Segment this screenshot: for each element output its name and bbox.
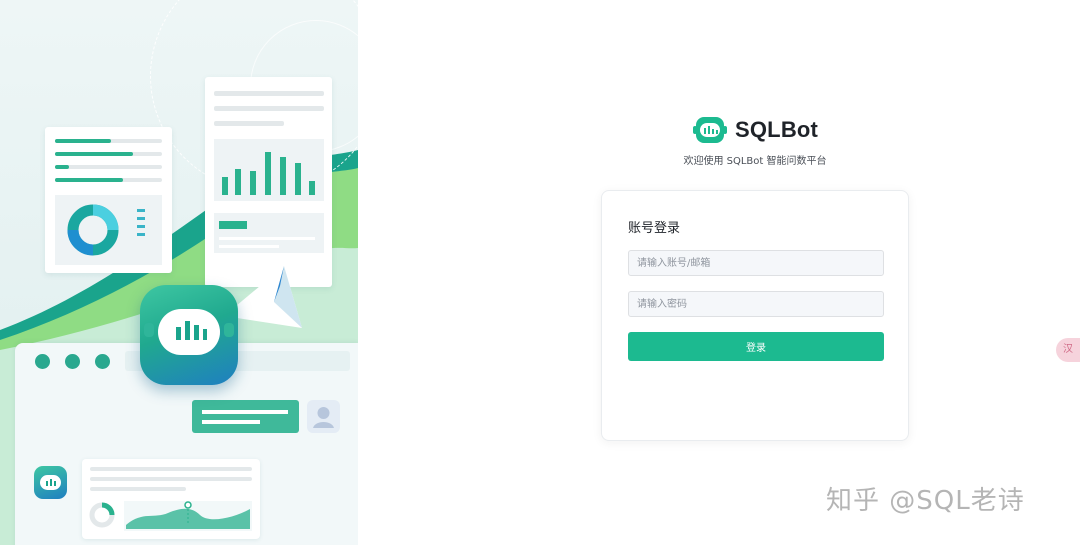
chart-card-content xyxy=(214,91,324,253)
chat-bubble xyxy=(192,400,299,433)
watermark: 知乎 @SQL老诗 xyxy=(826,486,1025,516)
hero-illustration xyxy=(0,0,358,545)
report-card xyxy=(45,127,172,273)
username-input[interactable] xyxy=(628,250,884,276)
window-dot xyxy=(95,354,110,369)
password-input[interactable] xyxy=(628,291,884,317)
login-card: 账号登录 登录 xyxy=(601,190,909,441)
report-card-content xyxy=(55,139,162,265)
user-avatar-icon xyxy=(307,400,340,433)
tagline: 欢迎使用 SQLBot 智能问数平台 xyxy=(683,156,827,167)
robot-mascot-icon xyxy=(140,285,238,385)
brand-header: SQLBot xyxy=(693,114,818,146)
brand-name: SQLBot xyxy=(735,117,819,142)
login-title: 账号登录 xyxy=(628,221,681,236)
window-dot xyxy=(35,354,50,369)
window-dot xyxy=(65,354,80,369)
translate-widget[interactable]: 汉 xyxy=(1056,338,1080,362)
robot-avatar-icon xyxy=(34,466,67,499)
robot-chart-icon xyxy=(693,115,727,145)
login-button[interactable]: 登录 xyxy=(628,332,884,361)
chart-card xyxy=(205,77,332,287)
robot-face xyxy=(158,309,220,355)
answer-card xyxy=(82,459,260,539)
